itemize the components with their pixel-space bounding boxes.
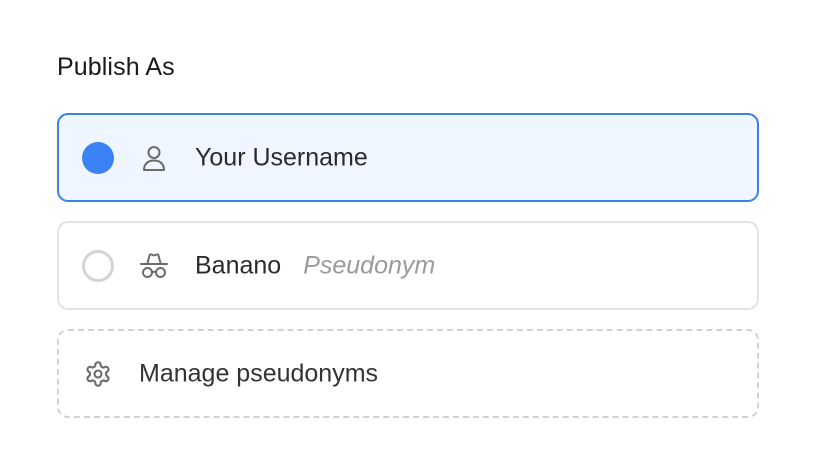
manage-pseudonyms-label: Manage pseudonyms <box>139 359 379 387</box>
incognito-icon <box>139 251 169 281</box>
option-name: Your Username <box>195 143 368 171</box>
option-name: Banano <box>195 251 282 279</box>
section-title: Publish As <box>57 53 175 81</box>
manage-pseudonyms-button[interactable]: Manage pseudonyms <box>57 329 759 418</box>
option-sublabel: Pseudonym <box>303 251 436 279</box>
radio-selected[interactable] <box>82 141 114 174</box>
option-label: Banano Pseudonym <box>195 251 435 280</box>
user-icon <box>139 143 169 173</box>
publish-option-pseudonym[interactable]: Banano Pseudonym <box>57 221 759 310</box>
gear-icon <box>83 359 113 389</box>
radio-unselected[interactable] <box>82 249 114 282</box>
option-label: Your Username <box>195 143 368 172</box>
publish-option-username[interactable]: Your Username <box>57 113 759 202</box>
